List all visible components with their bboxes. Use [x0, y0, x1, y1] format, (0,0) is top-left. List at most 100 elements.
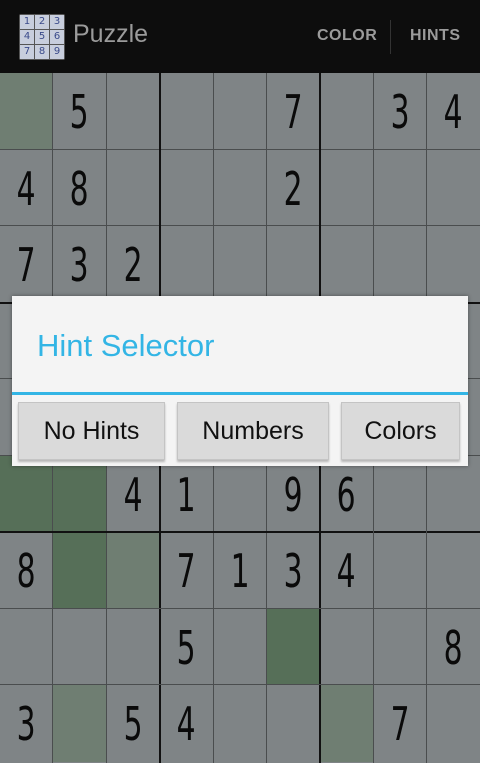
cell-digit: 1 — [231, 543, 250, 598]
sudoku-cell[interactable]: 4 — [320, 532, 373, 609]
app-icon-digit: 5 — [35, 30, 49, 44]
sudoku-cell[interactable] — [320, 685, 373, 762]
sudoku-cell[interactable] — [107, 609, 160, 686]
app-icon-digit: 4 — [20, 30, 34, 44]
sudoku-cell[interactable] — [0, 609, 53, 686]
dialog-title: Hint Selector — [37, 328, 215, 363]
sudoku-cell[interactable]: 3 — [374, 73, 427, 150]
cell-digit: 1 — [177, 467, 196, 522]
sudoku-cell[interactable] — [267, 226, 320, 303]
sudoku-cell[interactable] — [374, 532, 427, 609]
sudoku-cell[interactable] — [214, 150, 267, 227]
cell-digit: 7 — [177, 543, 196, 598]
sudoku-cell[interactable] — [320, 226, 373, 303]
sudoku-cell[interactable] — [214, 609, 267, 686]
sudoku-cell[interactable]: 7 — [374, 685, 427, 762]
grid-line — [0, 531, 480, 533]
action-bar: 1 2 3 4 5 6 7 8 9 Puzzle COLOR HINTS — [0, 0, 480, 73]
cell-digit: 5 — [124, 696, 143, 751]
sudoku-cell[interactable]: 3 — [53, 226, 106, 303]
sudoku-cell[interactable]: 7 — [0, 226, 53, 303]
sudoku-cell[interactable] — [53, 532, 106, 609]
sudoku-cell[interactable] — [107, 73, 160, 150]
hints-button[interactable]: HINTS — [410, 27, 461, 45]
cell-digit: 4 — [337, 543, 356, 598]
sudoku-cell[interactable]: 3 — [0, 685, 53, 762]
sudoku-cell[interactable]: 6 — [320, 456, 373, 533]
sudoku-cell[interactable] — [214, 226, 267, 303]
cell-digit: 4 — [177, 696, 196, 751]
cell-digit: 4 — [17, 161, 36, 216]
sudoku-cell[interactable]: 2 — [267, 150, 320, 227]
sudoku-cell[interactable]: 1 — [160, 456, 213, 533]
app-title: Puzzle — [73, 20, 149, 48]
sudoku-cell[interactable]: 2 — [107, 226, 160, 303]
cell-digit: 8 — [17, 543, 36, 598]
sudoku-cell[interactable] — [214, 456, 267, 533]
cell-digit: 8 — [70, 161, 89, 216]
sudoku-cell[interactable] — [320, 609, 373, 686]
sudoku-cell[interactable]: 1 — [214, 532, 267, 609]
sudoku-cell[interactable] — [53, 685, 106, 762]
cell-digit: 3 — [284, 543, 303, 598]
sudoku-cell[interactable]: 3 — [267, 532, 320, 609]
sudoku-cell[interactable]: 5 — [107, 685, 160, 762]
cell-digit: 8 — [444, 620, 463, 675]
sudoku-cell[interactable]: 4 — [107, 456, 160, 533]
sudoku-cell[interactable]: 4 — [0, 150, 53, 227]
sudoku-cell[interactable]: 7 — [267, 73, 320, 150]
app-icon-digit: 7 — [20, 45, 34, 59]
color-button[interactable]: COLOR — [317, 27, 377, 45]
sudoku-cell[interactable] — [107, 532, 160, 609]
sudoku-cell[interactable] — [427, 456, 480, 533]
sudoku-cell[interactable] — [160, 150, 213, 227]
cell-digit: 4 — [444, 84, 463, 139]
cell-digit: 6 — [337, 467, 356, 522]
sudoku-cell[interactable] — [53, 456, 106, 533]
sudoku-cell[interactable]: 5 — [53, 73, 106, 150]
cell-digit: 3 — [391, 84, 410, 139]
sudoku-cell[interactable] — [0, 73, 53, 150]
sudoku-cell[interactable] — [374, 609, 427, 686]
sudoku-cell[interactable] — [427, 685, 480, 762]
cell-digit: 3 — [17, 696, 36, 751]
sudoku-cell[interactable]: 8 — [53, 150, 106, 227]
numbers-button[interactable]: Numbers — [177, 402, 329, 460]
sudoku-cell[interactable]: 8 — [0, 532, 53, 609]
sudoku-cell[interactable] — [374, 150, 427, 227]
sudoku-cell[interactable] — [374, 226, 427, 303]
sudoku-cell[interactable]: 8 — [427, 609, 480, 686]
sudoku-cell[interactable] — [427, 150, 480, 227]
sudoku-cell[interactable] — [267, 685, 320, 762]
grid-line — [0, 149, 480, 150]
sudoku-cell[interactable] — [53, 609, 106, 686]
sudoku-cell[interactable]: 4 — [160, 685, 213, 762]
sudoku-cell[interactable] — [374, 456, 427, 533]
sudoku-cell[interactable]: 5 — [160, 609, 213, 686]
sudoku-cell[interactable] — [427, 226, 480, 303]
dialog-title-divider — [12, 392, 468, 395]
sudoku-cell[interactable] — [267, 609, 320, 686]
sudoku-cell[interactable] — [0, 456, 53, 533]
sudoku-cell[interactable] — [160, 226, 213, 303]
sudoku-cell[interactable]: 9 — [267, 456, 320, 533]
sudoku-cell[interactable] — [320, 73, 373, 150]
cell-digit: 7 — [17, 237, 36, 292]
app-icon[interactable]: 1 2 3 4 5 6 7 8 9 — [19, 14, 65, 60]
cell-digit: 7 — [391, 696, 410, 751]
no-hints-button[interactable]: No Hints — [18, 402, 165, 460]
cell-digit: 2 — [284, 161, 303, 216]
sudoku-cell[interactable] — [427, 532, 480, 609]
colors-button[interactable]: Colors — [341, 402, 460, 460]
cell-digit: 5 — [177, 620, 196, 675]
app-icon-digit: 1 — [20, 15, 34, 29]
actionbar-divider — [390, 20, 391, 54]
sudoku-cell[interactable]: 4 — [427, 73, 480, 150]
sudoku-cell[interactable] — [214, 685, 267, 762]
sudoku-cell[interactable] — [160, 73, 213, 150]
sudoku-cell[interactable]: 7 — [160, 532, 213, 609]
grid-line — [0, 684, 480, 685]
sudoku-cell[interactable] — [320, 150, 373, 227]
sudoku-cell[interactable] — [214, 73, 267, 150]
sudoku-cell[interactable] — [107, 150, 160, 227]
